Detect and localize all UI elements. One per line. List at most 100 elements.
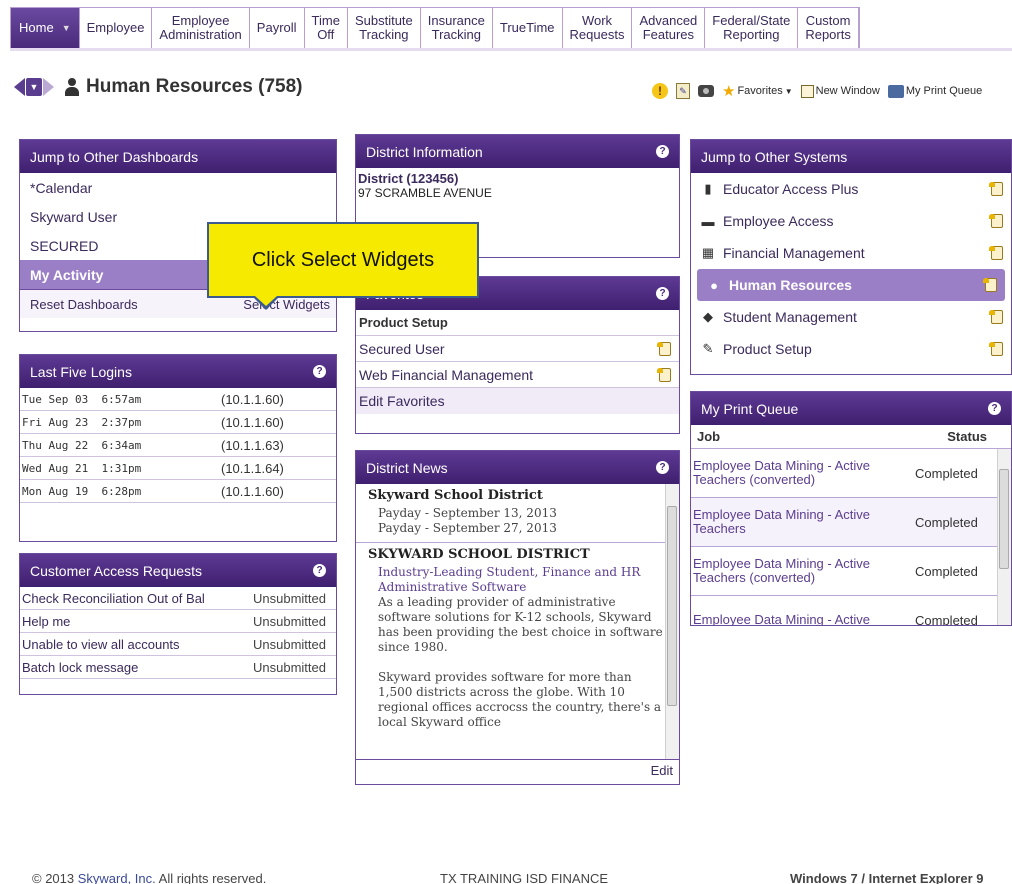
nav-employee-administration[interactable]: Employee Administration xyxy=(152,8,250,48)
open-window-icon[interactable] xyxy=(989,214,1003,228)
access-requests-panel: Customer Access Requests ? Check Reconci… xyxy=(19,553,337,695)
print-queue-scroll-thumb[interactable] xyxy=(999,469,1009,569)
nav-federal-state-reporting[interactable]: Federal/State Reporting xyxy=(705,8,799,48)
nav-employee[interactable]: Employee xyxy=(80,8,153,48)
open-window-icon[interactable] xyxy=(983,278,997,292)
system-item-product-setup[interactable]: ✎ Product Setup xyxy=(691,333,1011,365)
notes-icon[interactable]: ✎ xyxy=(676,83,690,99)
news-edit-link[interactable]: Edit xyxy=(356,759,679,781)
login-time: Mon Aug 19 6:28pm xyxy=(22,484,142,498)
last-logins-panel: Last Five Logins ? Tue Sep 03 6:57am (10.… xyxy=(19,354,337,542)
nav-underline xyxy=(10,48,1012,51)
system-item-human-resources[interactable]: ● Human Resources xyxy=(697,269,1005,301)
news-scrollbar[interactable] xyxy=(665,484,679,759)
news-line: Payday - September 27, 2013 xyxy=(378,521,557,535)
system-item-employee-access[interactable]: ▬ Employee Access xyxy=(691,205,1011,237)
request-name: Batch lock message xyxy=(22,659,139,675)
help-icon[interactable]: ? xyxy=(988,402,1001,415)
graduation-cap-icon: ◆ xyxy=(703,309,713,324)
request-row[interactable]: Help me Unsubmitted xyxy=(20,610,336,633)
open-window-icon[interactable] xyxy=(989,182,1003,196)
news-highlight: Industry-Leading Student, Finance and HR… xyxy=(378,565,641,594)
district-info-title: District Information xyxy=(366,143,483,160)
nav-custom-reports[interactable]: Custom Reports xyxy=(798,8,859,48)
request-row[interactable]: Check Reconciliation Out of Bal Unsubmitt… xyxy=(20,587,336,610)
favorite-item[interactable]: Secured User xyxy=(356,336,679,362)
open-window-icon[interactable] xyxy=(989,246,1003,260)
login-row: Thu Aug 22 6:34am (10.1.1.63) xyxy=(20,434,336,457)
mobile-icon: ▮ xyxy=(704,181,712,196)
print-job-name: Employee Data Mining - Active Teachers (… xyxy=(693,458,871,487)
nav-insurance-tracking[interactable]: Insurance Tracking xyxy=(421,8,493,48)
district-news-title: District News xyxy=(366,459,448,476)
dashboard-item-calendar[interactable]: *Calendar xyxy=(20,173,336,202)
system-item-financial-management[interactable]: ▦ Financial Management xyxy=(691,237,1011,269)
new-window-label: New Window xyxy=(815,85,880,97)
print-job-row[interactable]: Employee Data Mining - Active Teachers Co… xyxy=(691,498,1011,547)
open-window-icon[interactable] xyxy=(989,342,1003,356)
help-icon[interactable]: ? xyxy=(656,287,669,300)
back-arrow-icon[interactable] xyxy=(14,78,25,96)
login-ip: (10.1.1.64) xyxy=(221,460,284,476)
request-name: Help me xyxy=(22,613,71,629)
forward-arrow-icon[interactable] xyxy=(43,78,54,96)
print-job-row[interactable]: Employee Data Mining - Active Teachers (… xyxy=(691,449,1011,498)
nav-truetime[interactable]: TrueTime xyxy=(493,8,563,48)
chevron-down-icon[interactable]: ▼ xyxy=(62,21,71,35)
print-job-row[interactable]: Employee Data Mining - Active Teachers (… xyxy=(691,547,1011,596)
login-ip: (10.1.1.60) xyxy=(221,414,284,430)
print-job-row[interactable]: Employee Data Mining - Active Completed xyxy=(691,596,1011,626)
alert-icon[interactable]: ! xyxy=(652,83,668,99)
help-icon[interactable]: ? xyxy=(313,564,326,577)
briefcase-icon: ▬ xyxy=(701,213,715,229)
nav-home-label: Home xyxy=(19,20,54,35)
request-row[interactable]: Batch lock message Unsubmitted xyxy=(20,656,336,679)
environment-label: Windows 7 / Internet Explorer 9 xyxy=(790,871,984,884)
print-job-name: Employee Data Mining - Active xyxy=(693,612,871,626)
nav-payroll[interactable]: Payroll xyxy=(250,8,305,48)
new-window-link[interactable]: New Window xyxy=(800,84,880,98)
favorites-menu[interactable]: ★ Favorites ▼ xyxy=(722,82,793,100)
person-icon: ● xyxy=(710,277,718,293)
help-icon[interactable]: ? xyxy=(656,145,669,158)
print-job-status: Completed xyxy=(915,465,978,481)
login-time: Fri Aug 23 2:37pm xyxy=(22,415,142,429)
login-row: Mon Aug 19 6:28pm (10.1.1.60) xyxy=(20,480,336,503)
reset-dashboards-link[interactable]: Reset Dashboards xyxy=(30,297,138,312)
nav-advanced-features[interactable]: Advanced Features xyxy=(632,8,706,48)
open-window-icon[interactable] xyxy=(989,310,1003,324)
request-status: Unsubmitted xyxy=(253,613,326,629)
company-link[interactable]: Skyward, Inc. xyxy=(78,871,156,884)
person-icon xyxy=(64,78,80,96)
nav-work-requests[interactable]: Work Requests xyxy=(563,8,633,48)
news-scroll-thumb[interactable] xyxy=(667,506,677,706)
help-icon[interactable]: ? xyxy=(313,365,326,378)
system-item-educator-access-plus[interactable]: ▮ Educator Access Plus xyxy=(691,173,1011,205)
login-ip: (10.1.1.63) xyxy=(221,437,284,453)
system-item-student-management[interactable]: ◆ Student Management xyxy=(691,301,1011,333)
nav-home[interactable]: Home ▼ xyxy=(11,8,80,48)
print-queue-link[interactable]: My Print Queue xyxy=(887,84,982,98)
star-icon: ★ xyxy=(722,83,736,100)
nav-substitute-tracking[interactable]: Substitute Tracking xyxy=(348,8,421,48)
nav-time-off[interactable]: Time Off xyxy=(305,8,348,48)
favorites-panel: Favorites ? Product Setup Secured User W… xyxy=(355,276,680,434)
request-status: Unsubmitted xyxy=(253,659,326,675)
print-queue-scrollbar[interactable] xyxy=(997,449,1011,625)
open-window-icon[interactable] xyxy=(657,341,671,356)
edit-favorites-link[interactable]: Edit Favorites xyxy=(356,388,679,414)
print-queue-title: My Print Queue xyxy=(701,400,799,417)
copyright-prefix: © 2013 xyxy=(32,871,78,884)
history-dropdown-icon[interactable]: ▼ xyxy=(26,78,42,96)
access-requests-title: Customer Access Requests xyxy=(30,562,202,579)
login-time: Tue Sep 03 6:57am xyxy=(22,392,142,406)
favorite-item[interactable]: Web Financial Management xyxy=(356,362,679,388)
caret-down-icon: ▼ xyxy=(784,86,793,96)
district-label: TX TRAINING ISD FINANCE xyxy=(440,871,609,884)
camera-icon[interactable] xyxy=(698,85,714,97)
favorite-label: Web Financial Management xyxy=(359,366,534,383)
help-icon[interactable]: ? xyxy=(656,461,669,474)
login-time: Wed Aug 21 1:31pm xyxy=(22,461,142,475)
request-row[interactable]: Unable to view all accounts Unsubmitted xyxy=(20,633,336,656)
open-window-icon[interactable] xyxy=(657,367,671,382)
